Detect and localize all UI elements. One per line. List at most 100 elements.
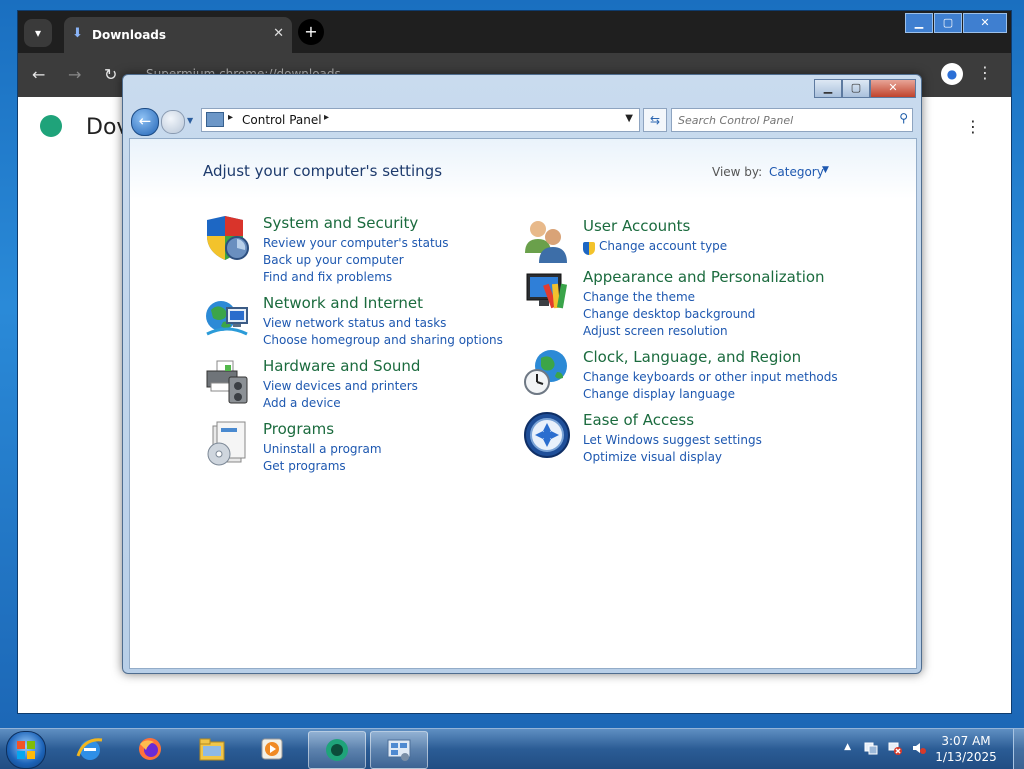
browser-tab-downloads[interactable]: ⬇ Downloads ✕ — [64, 17, 292, 53]
address-bar[interactable]: ▸ Control Panel ▸ ▼ — [201, 108, 640, 132]
category-programs: Programs Uninstall a program Get program… — [203, 420, 503, 480]
taskbar-media-player[interactable] — [244, 731, 300, 767]
breadcrumb-arrow-icon[interactable]: ▸ — [228, 112, 233, 123]
view-by-caret-icon[interactable]: ▼ — [822, 165, 829, 175]
task-link[interactable]: Review your computer's status — [263, 236, 449, 250]
show-hidden-icons-icon[interactable]: ▲ — [844, 742, 851, 752]
forward-button[interactable] — [161, 110, 185, 134]
maximize-button[interactable]: ▢ — [842, 79, 870, 98]
task-link[interactable]: Add a device — [263, 396, 341, 410]
browser-close-button[interactable]: ✕ — [963, 13, 1007, 33]
internet-explorer-icon — [76, 738, 103, 760]
appearance-monitor-icon — [526, 273, 568, 309]
supermium-icon — [326, 739, 348, 761]
taskbar-control-panel[interactable] — [370, 731, 428, 769]
taskbar-firefox[interactable] — [122, 731, 178, 767]
clock-date[interactable]: 1/13/2025 — [926, 750, 1006, 764]
control-panel-window: ▁▢✕ ← ▼ ▸ Control Panel ▸ ▼ ⇆ ⚲ Adjust y… — [122, 74, 922, 674]
category-clock-language-region: Clock, Language, and Region Change keybo… — [523, 348, 853, 408]
browser-menu-icon[interactable]: ⋮ — [977, 63, 993, 82]
search-box[interactable]: ⚲ — [671, 108, 913, 132]
forward-arrow-icon[interactable]: → — [68, 65, 81, 84]
task-link[interactable]: Choose homegroup and sharing options — [263, 333, 503, 347]
browser-minimize-button[interactable]: ▁ — [905, 13, 933, 33]
category-title[interactable]: System and Security — [263, 214, 418, 232]
printer-icon — [206, 360, 248, 404]
task-link[interactable]: Change desktop background — [583, 307, 755, 321]
uac-shield-icon — [583, 242, 595, 255]
clock-globe-icon — [524, 350, 567, 395]
category-title[interactable]: Ease of Access — [583, 411, 694, 429]
browser-maximize-button[interactable]: ▢ — [934, 13, 962, 33]
tab-search-button[interactable]: ▾ — [24, 19, 52, 47]
taskbar-internet-explorer[interactable] — [62, 731, 118, 767]
task-link[interactable]: Get programs — [263, 459, 346, 473]
breadcrumb-arrow-icon[interactable]: ▸ — [324, 112, 329, 123]
task-link[interactable]: Change display language — [583, 387, 735, 401]
task-link[interactable]: View network status and tasks — [263, 316, 446, 330]
browser-window-controls: ▁ ▢ ✕ — [904, 11, 1007, 33]
network-disconnected-icon[interactable] — [888, 741, 902, 755]
task-link[interactable]: View devices and printers — [263, 379, 418, 393]
profile-icon[interactable]: ● — [941, 63, 963, 85]
programs-icon — [207, 421, 246, 466]
task-link[interactable]: Back up your computer — [263, 253, 404, 267]
category-title[interactable]: Hardware and Sound — [263, 357, 420, 375]
search-input[interactable] — [676, 111, 885, 129]
category-user-accounts: User Accounts Change account type — [523, 217, 823, 267]
start-button[interactable] — [6, 731, 46, 769]
refresh-button[interactable]: ⇆ — [643, 108, 667, 132]
category-title[interactable]: Appearance and Personalization — [583, 268, 825, 286]
recent-pages-icon[interactable]: ▼ — [187, 116, 193, 125]
category-title[interactable]: Network and Internet — [263, 294, 423, 312]
clock-time[interactable]: 3:07 AM — [926, 734, 1006, 748]
download-icon: ⬇ — [72, 26, 83, 41]
shield-icon — [207, 216, 249, 260]
firefox-icon — [139, 738, 161, 760]
browser-tabstrip: ▾ ⬇ Downloads ✕ + ▁ ▢ ✕ — [18, 11, 1011, 53]
minimize-button[interactable]: ▁ — [814, 79, 842, 98]
task-link[interactable]: Change keyboards or other input methods — [583, 370, 838, 384]
control-panel-icon — [206, 112, 224, 127]
category-title[interactable]: Clock, Language, and Region — [583, 348, 801, 366]
volume-muted-icon[interactable] — [912, 741, 926, 755]
task-link[interactable]: Change the theme — [583, 290, 695, 304]
back-button[interactable]: ← — [131, 108, 159, 136]
view-by-label: View by: — [712, 165, 763, 179]
page-menu-icon[interactable]: ⋮ — [965, 117, 981, 136]
search-icon[interactable]: ⚲ — [899, 111, 908, 125]
network-globe-icon — [206, 301, 248, 336]
address-dropdown-icon[interactable]: ▼ — [625, 113, 633, 124]
action-center-icon[interactable] — [864, 741, 878, 755]
task-link[interactable]: Uninstall a program — [263, 442, 382, 456]
control-panel-content: Adjust your computer's settings View by:… — [129, 138, 917, 669]
media-player-icon — [261, 738, 283, 760]
users-icon — [525, 221, 567, 263]
taskbar-file-explorer[interactable] — [184, 731, 240, 767]
back-arrow-icon[interactable]: ← — [32, 65, 45, 84]
close-button[interactable]: ✕ — [870, 79, 916, 98]
taskbar-supermium[interactable] — [308, 731, 366, 769]
ease-of-access-icon — [524, 412, 570, 458]
windows-logo-icon — [17, 741, 35, 759]
category-system-security: System and Security Review your computer… — [203, 214, 503, 284]
reload-icon[interactable]: ↻ — [104, 65, 117, 84]
view-by-dropdown[interactable]: Category — [769, 165, 824, 179]
task-link[interactable]: Let Windows suggest settings — [583, 433, 762, 447]
category-network-internet: Network and Internet View network status… — [203, 294, 503, 354]
window-controls: ▁ ▢ ✕ — [814, 76, 916, 98]
category-title[interactable]: User Accounts — [583, 217, 690, 235]
folder-icon — [199, 738, 225, 761]
task-link[interactable]: Optimize visual display — [583, 450, 722, 464]
show-desktop-button[interactable] — [1013, 729, 1024, 769]
task-link[interactable]: Adjust screen resolution — [583, 324, 728, 338]
new-tab-button[interactable]: + — [298, 19, 324, 45]
breadcrumb-control-panel[interactable]: Control Panel — [242, 113, 322, 127]
category-appearance: Appearance and Personalization Change th… — [523, 268, 853, 338]
category-title[interactable]: Programs — [263, 420, 334, 438]
page-heading: Adjust your computer's settings — [203, 162, 443, 180]
tab-close-icon[interactable]: ✕ — [273, 26, 284, 41]
task-link[interactable]: Find and fix problems — [263, 270, 392, 284]
task-link[interactable]: Change account type — [599, 239, 727, 253]
supermium-logo-icon — [40, 115, 62, 137]
